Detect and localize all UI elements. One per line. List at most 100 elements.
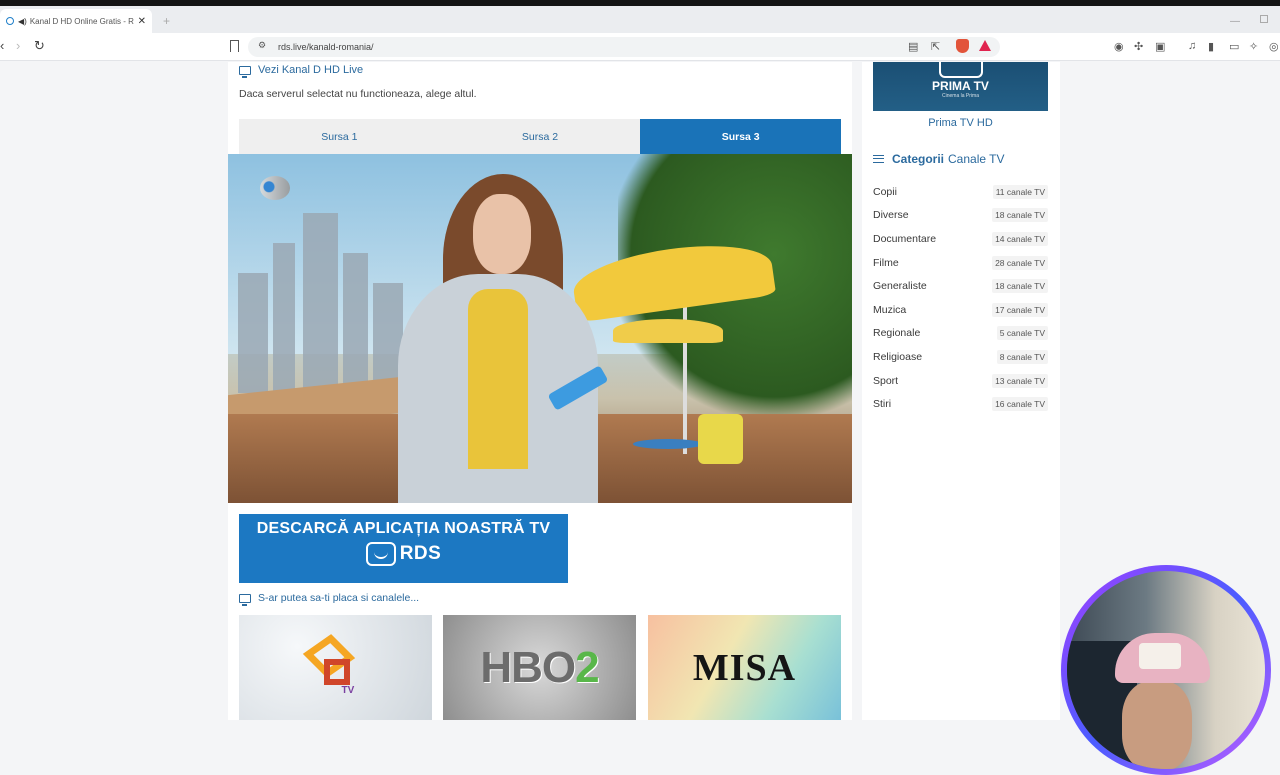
ai-assistant-icon[interactable]: ✧ xyxy=(1249,40,1258,53)
extensions-puzzle-icon[interactable]: ✣ xyxy=(1134,40,1143,53)
category-count: 18 canale TV xyxy=(992,279,1048,294)
webcam-video xyxy=(1067,571,1265,769)
prima-tv-logo-text: PRIMA TV xyxy=(932,79,989,93)
window-maximize-icon[interactable] xyxy=(1260,15,1268,23)
video-frame-person-top xyxy=(468,289,528,469)
category-count: 8 canale TV xyxy=(996,349,1048,364)
webcam-cap-patch xyxy=(1139,643,1181,669)
sidebar-toggle-icon[interactable]: ▮ xyxy=(1208,40,1214,53)
categories-list: Copii 11 canale TV Diverse 18 canale TV Do… xyxy=(873,180,1048,416)
utv-logo: TV xyxy=(302,633,366,703)
brave-rewards-icon[interactable] xyxy=(979,40,991,51)
featured-channel-link[interactable]: Prima TV HD xyxy=(873,117,1048,129)
speaker-icon[interactable]: ◀) xyxy=(18,17,27,26)
profile-icon[interactable]: ◎ xyxy=(1269,40,1279,53)
server-notice: Daca serverul selectat nu functioneaza, … xyxy=(239,88,477,100)
categories-heading-text: Canale TV xyxy=(948,152,1005,166)
category-item[interactable]: Generaliste 18 canale TV xyxy=(873,274,1048,298)
source-3-button[interactable]: Sursa 3 xyxy=(640,119,842,154)
category-name: Sport xyxy=(873,374,899,387)
reload-icon[interactable]: ↻ xyxy=(34,38,45,54)
category-count: 14 canale TV xyxy=(992,231,1048,246)
extension-icon[interactable]: ◉ xyxy=(1114,40,1124,53)
tab-title: Kanal D HD Online Gratis - RDS xyxy=(29,16,134,26)
video-frame-building xyxy=(343,253,368,393)
media-icon[interactable]: ♫ xyxy=(1188,40,1196,52)
prima-tv-logo-mark xyxy=(938,62,983,78)
category-item[interactable]: Regionale 5 canale TV xyxy=(873,322,1048,346)
utv-logo-text: TV xyxy=(341,684,355,696)
site-settings-icon[interactable]: ⚙ xyxy=(258,40,266,51)
prima-tv-logo-subtitle: Cinema la Prima xyxy=(942,93,979,99)
suggested-channels: TV HBO2 MISA xyxy=(239,615,841,720)
video-player[interactable] xyxy=(228,154,852,503)
banner-brand-name: RDS xyxy=(399,543,442,564)
share-icon[interactable]: ⇱ xyxy=(931,40,940,53)
webcam-overlay xyxy=(1061,565,1271,775)
category-item[interactable]: Diverse 18 canale TV xyxy=(873,204,1048,228)
sidebar: PRIMA TV Cinema la Prima Prima TV HD Cat… xyxy=(862,62,1060,720)
category-item[interactable]: Filme 28 canale TV xyxy=(873,251,1048,275)
browser-toolbar: ‹ › ↻ ⚙ rds.live/kanald-romania/ ▤ ⇱ ◉ ✣… xyxy=(0,33,1280,61)
channel-card-hbo2[interactable]: HBO2 xyxy=(443,615,636,720)
category-name: Diverse xyxy=(873,209,909,222)
category-name: Muzica xyxy=(873,303,907,316)
app-download-banner[interactable]: DESCARCĂ APLICAȚIA NOASTRĂ TV RDS xyxy=(239,514,568,583)
categories-heading-pre: Categorii xyxy=(892,152,945,166)
category-count: 5 canale TV xyxy=(996,326,1048,341)
hbo2-logo-text: HBO xyxy=(480,642,576,692)
site-favicon-icon xyxy=(6,17,14,25)
video-frame-building xyxy=(273,243,295,393)
source-2-button[interactable]: Sursa 2 xyxy=(440,119,641,154)
browser-tab-active[interactable]: ◀) Kanal D HD Online Gratis - RDS ✕ xyxy=(0,9,152,33)
video-frame-person-face xyxy=(473,194,531,274)
featured-channel-thumbnail[interactable]: PRIMA TV Cinema la Prima xyxy=(873,62,1048,111)
wallet-icon[interactable]: ▭ xyxy=(1229,40,1239,53)
source-1-button[interactable]: Sursa 1 xyxy=(239,119,440,154)
list-icon xyxy=(873,155,884,163)
category-item[interactable]: Copii 11 canale TV xyxy=(873,180,1048,204)
hbo2-logo-number: 2 xyxy=(575,642,600,692)
channel-logo-icon xyxy=(260,176,290,200)
suggestions-title: S-ar putea sa-ti placa si canalele... xyxy=(239,592,420,606)
tab-close-icon[interactable]: ✕ xyxy=(138,16,146,27)
category-name: Filme xyxy=(873,256,899,269)
channel-card-utv[interactable]: TV xyxy=(239,615,432,720)
category-name: Documentare xyxy=(873,232,937,245)
category-count: 17 canale TV xyxy=(992,302,1048,317)
suggestions-title-text: S-ar putea sa-ti placa si canalele... xyxy=(258,592,420,604)
category-item[interactable]: Religioase 8 canale TV xyxy=(873,345,1048,369)
video-frame-building xyxy=(238,273,268,393)
category-item[interactable]: Documentare 14 canale TV xyxy=(873,227,1048,251)
reader-mode-icon[interactable]: ▤ xyxy=(908,40,918,53)
category-name: Religioase xyxy=(873,350,923,363)
window-minimize-icon[interactable]: — xyxy=(1230,16,1240,27)
categories-heading: Categorii Canale TV xyxy=(873,152,1005,166)
channel-card-misa[interactable]: MISA xyxy=(648,615,841,720)
tv-icon xyxy=(365,542,396,566)
banner-headline: DESCARCĂ APLICAȚIA NOASTRĂ TV xyxy=(256,520,551,537)
address-url: rds.live/kanald-romania/ xyxy=(278,42,374,52)
brave-shields-icon[interactable] xyxy=(956,39,969,53)
forward-icon[interactable]: › xyxy=(16,38,20,53)
category-item[interactable]: Stiri 16 canale TV xyxy=(873,392,1048,416)
category-item[interactable]: Sport 13 canale TV xyxy=(873,369,1048,393)
live-title: Vezi Kanal D HD Live xyxy=(239,64,363,78)
webcam-face xyxy=(1122,681,1192,769)
banner-brand: RDS xyxy=(239,542,568,566)
video-frame-building xyxy=(303,213,338,393)
category-name: Copii xyxy=(873,185,897,198)
hbo2-logo: HBO2 xyxy=(480,642,600,693)
address-bar[interactable]: ⚙ rds.live/kanald-romania/ xyxy=(248,37,1000,57)
video-frame-chair xyxy=(698,414,743,464)
category-item[interactable]: Muzica 17 canale TV xyxy=(873,298,1048,322)
category-name: Regionale xyxy=(873,327,921,340)
screenshot-icon[interactable]: ▣ xyxy=(1155,40,1165,53)
bookmark-icon[interactable] xyxy=(230,40,239,52)
utv-logo-shape xyxy=(323,658,350,685)
tab-bar: ◀) Kanal D HD Online Gratis - RDS ✕ + — xyxy=(0,6,1280,33)
category-name: Generaliste xyxy=(873,280,927,293)
monitor-icon xyxy=(239,593,251,606)
back-icon[interactable]: ‹ xyxy=(0,38,4,53)
new-tab-button[interactable]: + xyxy=(163,14,170,28)
